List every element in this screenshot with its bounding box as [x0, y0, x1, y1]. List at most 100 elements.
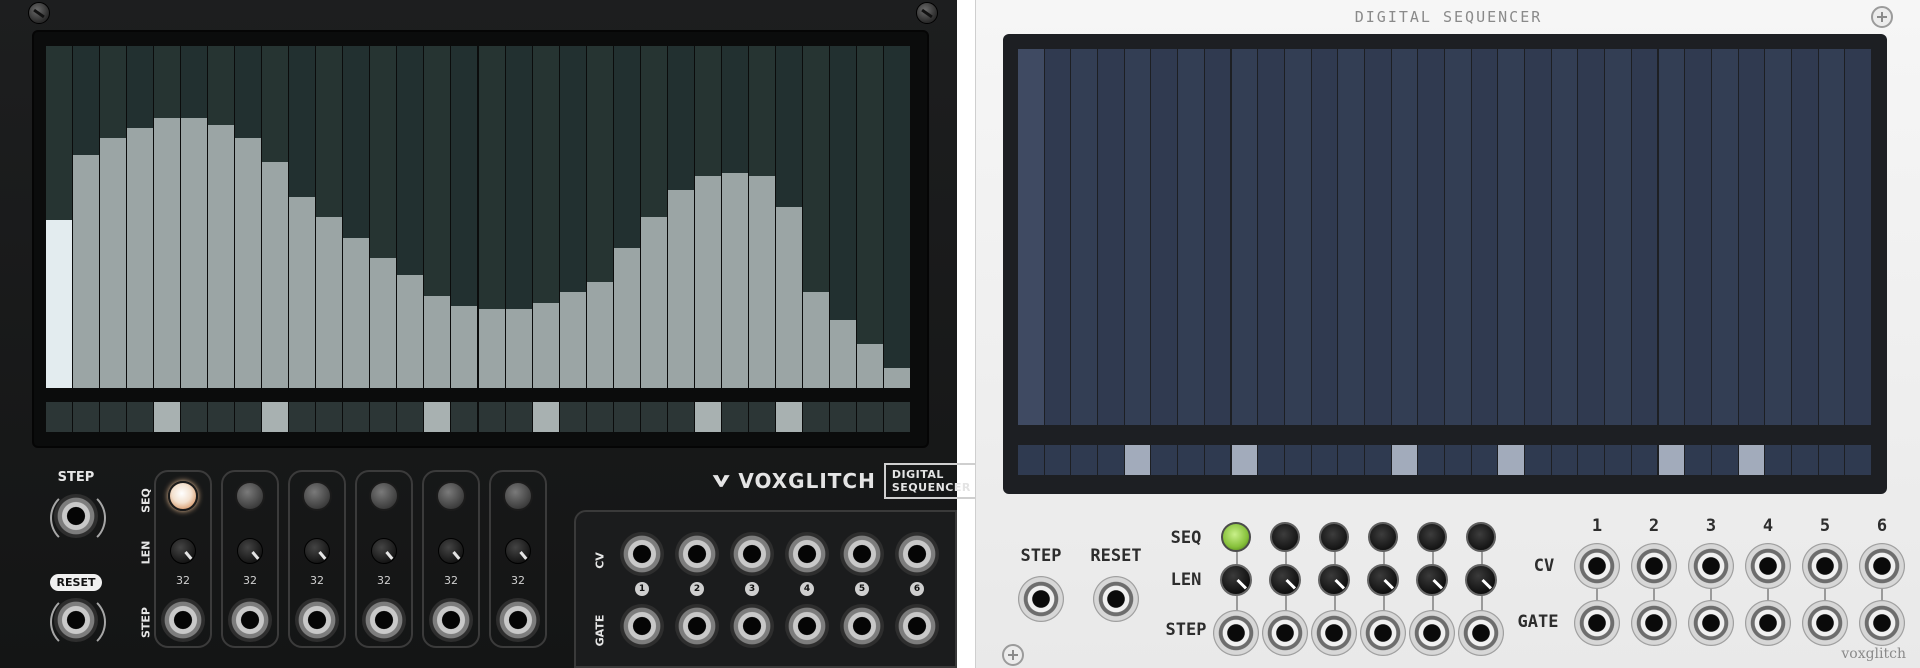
gate-cell[interactable] [1311, 445, 1338, 475]
step-column[interactable] [208, 46, 235, 388]
step-column[interactable] [262, 46, 289, 388]
step-column[interactable] [1498, 49, 1525, 425]
step-jack[interactable] [1311, 610, 1357, 656]
step-column[interactable] [1364, 49, 1391, 425]
reset-input-jack[interactable] [1093, 576, 1139, 622]
gate-cell[interactable] [235, 402, 262, 432]
step-jack[interactable] [1262, 610, 1308, 656]
cv-output-jack[interactable] [1859, 543, 1905, 589]
step-column[interactable] [1044, 49, 1071, 425]
gate-cell[interactable] [1498, 445, 1525, 475]
length-knob[interactable] [1220, 564, 1252, 596]
step-column[interactable] [424, 46, 451, 388]
gate-cell[interactable] [1711, 445, 1738, 475]
step-column[interactable] [343, 46, 370, 388]
cv-output-jack[interactable] [1688, 543, 1734, 589]
step-column[interactable] [667, 46, 694, 388]
step-column[interactable] [721, 46, 748, 388]
step-input-jack[interactable] [1018, 576, 1064, 622]
cv-output-jack[interactable] [1574, 543, 1620, 589]
step-column[interactable] [775, 46, 802, 388]
gate-cell[interactable] [343, 402, 370, 432]
gate-output-jack[interactable] [1859, 600, 1905, 646]
sequence-select-button[interactable] [503, 481, 533, 511]
gate-cell[interactable] [1124, 445, 1151, 475]
step-column[interactable] [316, 46, 343, 388]
step-jack[interactable] [362, 598, 406, 642]
gate-output-jack[interactable] [785, 604, 829, 648]
gate-cell[interactable] [397, 402, 424, 432]
cv-output-jack[interactable] [675, 532, 719, 576]
sequence-select-button[interactable] [1319, 522, 1349, 552]
sequence-editor[interactable] [46, 46, 911, 432]
step-column[interactable] [532, 46, 559, 388]
gate-cell[interactable] [1098, 445, 1124, 475]
gate-cell[interactable] [532, 402, 559, 432]
sequence-editor[interactable] [1018, 49, 1872, 479]
reset-input-jack[interactable] [50, 594, 106, 650]
step-column[interactable] [586, 46, 613, 388]
length-knob[interactable] [1416, 564, 1448, 596]
step-column[interactable] [1018, 49, 1044, 425]
gate-cell[interactable] [1338, 445, 1364, 475]
step-column[interactable] [1738, 49, 1765, 425]
gate-cell[interactable] [370, 402, 397, 432]
step-column[interactable] [181, 46, 208, 388]
cv-output-jack[interactable] [895, 532, 939, 576]
gate-cell[interactable] [1791, 445, 1818, 475]
step-column[interactable] [1525, 49, 1551, 425]
step-column[interactable] [1124, 49, 1151, 425]
gate-cell[interactable] [1284, 445, 1311, 475]
gate-cell[interactable] [775, 402, 802, 432]
step-column[interactable] [1791, 49, 1818, 425]
gate-cell[interactable] [694, 402, 721, 432]
sequence-select-button[interactable] [168, 481, 198, 511]
step-column[interactable] [829, 46, 856, 388]
step-column[interactable] [1151, 49, 1178, 425]
gate-cell[interactable] [667, 402, 694, 432]
step-column[interactable] [856, 46, 883, 388]
length-knob[interactable] [1269, 564, 1301, 596]
step-column[interactable] [1605, 49, 1631, 425]
gate-cell[interactable] [829, 402, 856, 432]
step-column[interactable] [46, 46, 73, 388]
gate-cell[interactable] [1605, 445, 1631, 475]
gate-cell[interactable] [559, 402, 586, 432]
gate-cell[interactable] [613, 402, 640, 432]
gate-cell[interactable] [1391, 445, 1418, 475]
cv-output-jack[interactable] [785, 532, 829, 576]
length-knob[interactable] [237, 538, 263, 564]
step-column[interactable] [397, 46, 424, 388]
cv-output-jack[interactable] [840, 532, 884, 576]
step-column[interactable] [1231, 49, 1258, 425]
step-input-jack[interactable] [50, 490, 106, 546]
step-column[interactable] [154, 46, 181, 388]
step-column[interactable] [748, 46, 775, 388]
gate-cell[interactable] [1818, 445, 1845, 475]
gate-cell[interactable] [1258, 445, 1284, 475]
length-knob[interactable] [371, 538, 397, 564]
step-column[interactable] [1845, 49, 1871, 425]
gate-output-jack[interactable] [840, 604, 884, 648]
step-column[interactable] [1178, 49, 1204, 425]
cv-output-jack[interactable] [1802, 543, 1848, 589]
step-column[interactable] [127, 46, 154, 388]
gate-cell[interactable] [721, 402, 748, 432]
gate-output-jack[interactable] [895, 604, 939, 648]
gate-cell[interactable] [586, 402, 613, 432]
step-jack[interactable] [1458, 610, 1504, 656]
step-column[interactable] [505, 46, 532, 388]
step-column[interactable] [1258, 49, 1284, 425]
sequence-select-button[interactable] [1417, 522, 1447, 552]
gate-cell[interactable] [1418, 445, 1444, 475]
cv-output-jack[interactable] [1631, 543, 1677, 589]
step-column[interactable] [100, 46, 127, 388]
step-column[interactable] [1391, 49, 1418, 425]
step-column[interactable] [1418, 49, 1444, 425]
gate-cell[interactable] [181, 402, 208, 432]
sequence-select-button[interactable] [302, 481, 332, 511]
gate-cell[interactable] [1525, 445, 1551, 475]
step-column[interactable] [640, 46, 667, 388]
gate-output-jack[interactable] [1802, 600, 1848, 646]
sequence-select-button[interactable] [1466, 522, 1496, 552]
